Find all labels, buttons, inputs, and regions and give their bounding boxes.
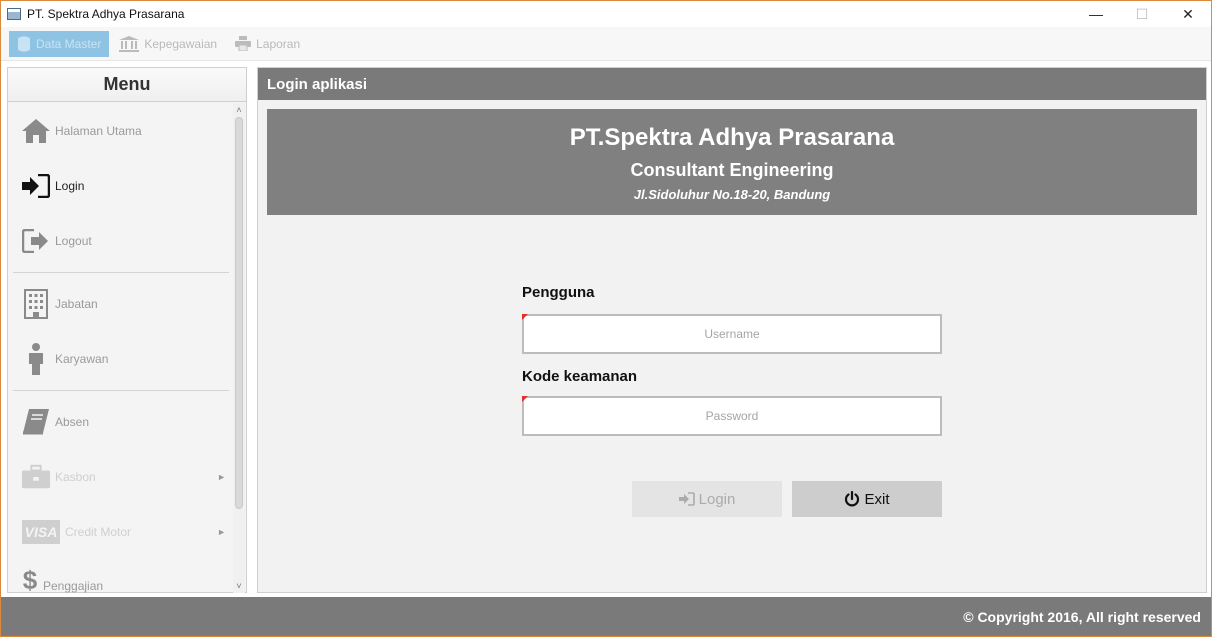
sidebar-item-jabatan[interactable]: Jabatan — [8, 276, 234, 331]
printer-icon — [235, 36, 252, 51]
menu-bar: Data Master Kepegawaian Laporan — [1, 27, 1211, 61]
submenu-arrow-icon: ► — [217, 526, 226, 537]
login-button-label: Login — [698, 490, 736, 508]
minimize-button[interactable]: — — [1073, 1, 1119, 27]
sign-in-icon — [21, 171, 51, 201]
close-button[interactable]: ✕ — [1165, 1, 1211, 27]
sidebar-item-label: Logout — [55, 233, 92, 248]
password-label: Kode keamanan — [522, 368, 638, 385]
database-icon — [18, 36, 30, 51]
sidebar-item-absen[interactable]: Absen — [8, 394, 234, 449]
password-input[interactable] — [524, 398, 940, 434]
briefcase-icon — [21, 462, 51, 492]
sidebar-menu-list: Halaman Utama Login Logout Jabatan Karya… — [8, 103, 234, 593]
footer: © Copyright 2016, All right reserved — [1, 597, 1211, 636]
login-button[interactable]: Login — [632, 481, 782, 517]
username-input[interactable] — [524, 316, 940, 352]
exit-button[interactable]: Exit — [792, 481, 942, 517]
username-field-wrapper — [522, 314, 942, 354]
building-icon — [21, 288, 51, 319]
menu-data-master-label: Data Master — [36, 36, 102, 51]
sidebar-item-label: Kasbon — [55, 469, 96, 484]
window-controls: — ☐ ✕ — [1073, 1, 1211, 27]
menu-data-master[interactable]: Data Master — [9, 30, 110, 57]
company-name: PT.Spektra Adhya Prasarana — [569, 124, 895, 151]
sidebar-item-label: Karyawan — [55, 351, 109, 366]
company-tagline: Consultant Engineering — [630, 160, 834, 180]
power-icon — [845, 491, 860, 507]
sidebar-divider — [8, 386, 234, 394]
book-icon — [21, 407, 51, 437]
sidebar-item-halaman-utama[interactable]: Halaman Utama — [8, 103, 234, 158]
sidebar-item-penggajian[interactable]: $ Penggajian — [8, 559, 234, 594]
copyright-text: © Copyright 2016, All right reserved — [963, 609, 1201, 625]
sidebar-item-login[interactable]: Login — [8, 158, 234, 213]
sidebar-divider — [8, 268, 234, 276]
bank-icon — [119, 35, 140, 52]
company-address: Jl.Sidoluhur No.18-20, Bandung — [633, 187, 831, 202]
sidebar-item-label: Jabatan — [55, 296, 98, 311]
menu-laporan[interactable]: Laporan — [227, 31, 308, 57]
sidebar-item-kasbon[interactable]: Kasbon ► — [8, 449, 234, 504]
sidebar-title: Menu — [8, 68, 246, 102]
scroll-down-button[interactable]: ˅ — [233, 579, 245, 593]
username-label: Pengguna — [522, 284, 595, 301]
sidebar-item-label: Absen — [55, 414, 90, 429]
password-field-wrapper — [522, 396, 942, 436]
sidebar-item-karyawan[interactable]: Karyawan — [8, 331, 234, 386]
menu-kepegawaian-label: Kepegawaian — [144, 36, 218, 51]
panel-title: Login aplikasi — [258, 68, 1206, 100]
person-icon — [21, 342, 51, 375]
maximize-button[interactable]: ☐ — [1119, 1, 1165, 27]
sidebar: Menu Halaman Utama Login Logout Jabatan … — [7, 67, 247, 593]
scroll-up-button[interactable]: ˄ — [233, 103, 245, 117]
sidebar-item-label: Penggajian — [43, 579, 104, 593]
sign-in-icon — [678, 492, 695, 506]
menu-kepegawaian[interactable]: Kepegawaian — [111, 31, 225, 57]
submenu-arrow-icon: ► — [217, 471, 226, 482]
window-title: PT. Spektra Adhya Prasarana — [27, 7, 185, 21]
sidebar-item-label: Login — [55, 178, 85, 193]
company-banner: PT.Spektra Adhya Prasarana Consultant En… — [267, 109, 1197, 215]
dollar-icon: $ — [22, 564, 38, 594]
home-icon — [21, 116, 51, 146]
title-bar: PT. Spektra Adhya Prasarana — ☐ ✕ — [1, 1, 1211, 27]
visa-icon-text: VISA — [21, 519, 61, 544]
sidebar-item-logout[interactable]: Logout — [8, 213, 234, 268]
login-panel: Login aplikasi PT.Spektra Adhya Prasaran… — [257, 67, 1207, 593]
menu-laporan-label: Laporan — [256, 36, 301, 51]
visa-icon: VISA — [21, 517, 61, 547]
sidebar-item-label: Halaman Utama — [55, 123, 142, 138]
sign-out-icon — [21, 226, 51, 256]
app-window-icon — [7, 8, 21, 20]
sidebar-item-credit-motor[interactable]: VISA Credit Motor ► — [8, 504, 234, 559]
sidebar-item-label: Credit Motor — [65, 524, 132, 539]
sidebar-scrollbar[interactable]: ˄ ˅ — [233, 103, 245, 593]
scroll-thumb[interactable] — [235, 117, 243, 509]
app-window: PT. Spektra Adhya Prasarana — ☐ ✕ Data M… — [0, 0, 1212, 637]
exit-button-label: Exit — [864, 490, 890, 508]
